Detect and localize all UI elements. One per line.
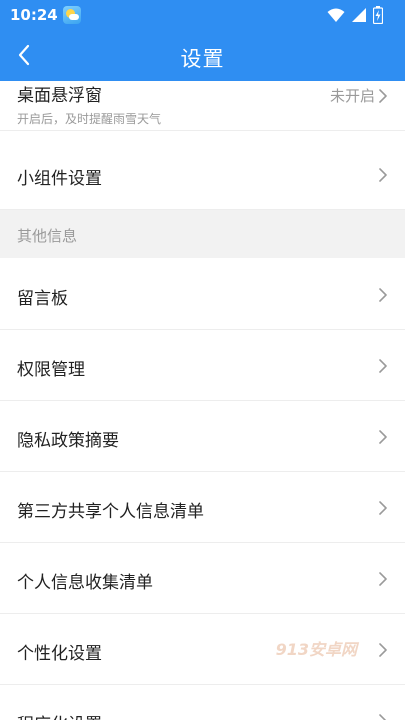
- float-window-status: 未开启: [329, 87, 375, 105]
- float-window-row[interactable]: 桌面悬浮窗 开启后，及时提醒雨雪天气 未开启: [0, 81, 405, 131]
- list-item-programmatic[interactable]: 程序化设置: [0, 685, 405, 720]
- chevron-right-icon: [379, 359, 387, 373]
- float-window-title: 桌面悬浮窗: [17, 86, 102, 106]
- status-bar: 10:24: [0, 0, 405, 30]
- list-item-label: 个人信息收集清单: [17, 573, 153, 593]
- list-item-permissions[interactable]: 权限管理: [0, 330, 405, 401]
- app-header: 设置: [0, 30, 405, 81]
- list-item-privacy-summary[interactable]: 隐私政策摘要: [0, 401, 405, 472]
- section-title: 其他信息: [17, 227, 78, 245]
- section-other-info: 其他信息: [0, 210, 405, 258]
- list-item-label: 第三方共享个人信息清单: [17, 502, 204, 522]
- watermark: 913安卓网: [275, 640, 357, 659]
- status-icons: [327, 6, 383, 24]
- list-item-label: 个性化设置: [17, 644, 102, 664]
- wifi-icon: [327, 8, 345, 22]
- chevron-right-icon: [379, 714, 387, 720]
- battery-icon: [373, 6, 383, 24]
- chevron-right-icon: [379, 288, 387, 302]
- list-item-third-party-sharing[interactable]: 第三方共享个人信息清单: [0, 472, 405, 543]
- weather-app-icon: [62, 6, 81, 24]
- float-window-subtitle: 开启后，及时提醒雨雪天气: [17, 112, 162, 126]
- status-time: 10:24: [10, 6, 58, 24]
- page-title: 设置: [180, 47, 225, 71]
- list-item-label: 程序化设置: [17, 710, 102, 720]
- chevron-right-icon: [379, 430, 387, 444]
- chevron-right-icon: [379, 89, 387, 103]
- chevron-right-icon: [379, 643, 387, 657]
- widget-settings-row[interactable]: 小组件设置: [0, 141, 405, 210]
- list-item-message-board[interactable]: 留言板: [0, 259, 405, 330]
- list-item-label: 权限管理: [17, 360, 85, 380]
- chevron-right-icon: [379, 572, 387, 586]
- chevron-right-icon: [379, 168, 387, 182]
- widget-settings-title: 小组件设置: [17, 169, 102, 189]
- settings-list: 桌面悬浮窗 开启后，及时提醒雨雪天气 未开启 小组件设置 其他信息 留言板 权限…: [0, 81, 405, 720]
- signal-icon: [352, 8, 366, 22]
- list-item-label: 留言板: [17, 289, 68, 309]
- list-item-info-collection[interactable]: 个人信息收集清单: [0, 543, 405, 614]
- chevron-right-icon: [379, 501, 387, 515]
- list-item-label: 隐私政策摘要: [17, 431, 119, 451]
